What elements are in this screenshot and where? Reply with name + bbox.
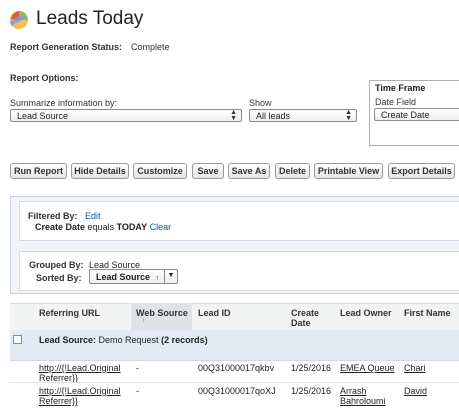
sort-indicator-icon: ↑ [142, 318, 145, 324]
summarize-label: Summarize information by: [10, 98, 118, 108]
date-field-select-value: Create Date [381, 110, 430, 120]
sorted-by-value: Lead Source [96, 272, 151, 282]
report-options-label: Report Options: [10, 73, 79, 83]
page-title: Leads Today [36, 8, 144, 29]
customize-button[interactable]: Customize [133, 163, 187, 179]
referring-url-link[interactable]: http://{!Lead.Original Referrer}} [39, 363, 121, 383]
hide-details-button[interactable]: Hide Details [71, 163, 129, 179]
filter-edit-link[interactable]: Edit [85, 211, 101, 221]
table-cell-create-date: 1/25/2016 [291, 363, 332, 373]
grouping-box [19, 251, 459, 291]
table-cell-referring-url[interactable]: http://{!Lead.Original Referrer}} [39, 363, 125, 383]
row-divider [10, 382, 459, 383]
show-select-value: All leads [256, 111, 291, 121]
sorted-by-label: Sorted By: [36, 273, 82, 283]
table-cell-lead-owner[interactable]: Arrash Bahroloumi [340, 386, 398, 406]
save-as-button[interactable]: Save As [228, 163, 270, 179]
table-cell-web-source: - [136, 363, 139, 373]
first-name-link[interactable]: David [404, 386, 427, 396]
group-count: (2 records) [161, 335, 208, 345]
table-cell-first-name[interactable]: David [404, 386, 427, 396]
table-cell-lead-id: 00Q31000017qkbv [198, 363, 275, 373]
filter-clear-link[interactable]: Clear [150, 222, 172, 232]
referring-url-link[interactable]: http://{!Lead.Original Referrer}} [39, 386, 121, 406]
report-logo-icon [10, 11, 28, 29]
table-cell-referring-url[interactable]: http://{!Lead.Original Referrer}} [39, 386, 125, 406]
column-header-create-date[interactable]: Create Date [291, 308, 325, 328]
table-cell-create-date: 1/25/2016 [291, 386, 332, 396]
delete-button[interactable]: Delete [275, 163, 310, 179]
column-header-lead-owner[interactable]: Lead Owner [340, 308, 392, 318]
sort-ascending-icon: ↑ [155, 275, 160, 282]
filter-field: Create Date [35, 222, 86, 232]
show-label: Show [249, 98, 272, 108]
save-button[interactable]: Save [192, 163, 224, 179]
select-arrows-icon: ▲ ▼ [230, 109, 237, 122]
summarize-select-value: Lead Source [17, 111, 69, 121]
column-header-web-source[interactable]: Web Source [136, 308, 188, 318]
filter-box [19, 201, 459, 241]
time-frame-title: Time Frame [374, 83, 427, 93]
lead-owner-link[interactable]: EMEA Queue [340, 363, 395, 373]
table-cell-first-name[interactable]: Chari [404, 363, 426, 373]
column-header-referring-url[interactable]: Referring URL [39, 308, 100, 318]
group-label: Lead Source: [39, 335, 97, 345]
sorted-by-select[interactable]: Lead Source ↑ ▼ [89, 269, 178, 284]
table-cell-web-source: - [136, 386, 139, 396]
lead-owner-link[interactable]: Arrash Bahroloumi [340, 386, 386, 406]
select-arrows-icon: ▲ ▼ [345, 109, 352, 122]
status-value: Complete [131, 42, 170, 52]
dropdown-arrow-icon[interactable]: ▼ [164, 269, 177, 284]
date-field-select[interactable]: Create Date [374, 108, 459, 121]
group-checkbox[interactable] [13, 335, 22, 344]
export-details-button[interactable]: Export Details [388, 163, 455, 179]
filter-value: TODAY [116, 222, 148, 232]
group-value: Demo Request [98, 335, 159, 345]
group-heading: Lead Source: Demo Request (2 records) [39, 335, 208, 345]
summarize-select[interactable]: Lead Source ▲ ▼ [10, 109, 242, 122]
printable-view-button[interactable]: Printable View [314, 163, 383, 179]
column-header-lead-id[interactable]: Lead ID [198, 308, 231, 318]
first-name-link[interactable]: Chari [404, 363, 426, 373]
table-cell-lead-owner[interactable]: EMEA Queue [340, 363, 395, 373]
column-header-first-name[interactable]: First Name [404, 308, 451, 318]
filter-criteria: Create Date equals TODAY Clear [35, 222, 171, 232]
table-cell-lead-id: 00Q31000017qoXJ [198, 386, 276, 396]
status-label: Report Generation Status: [10, 42, 123, 52]
date-field-label: Date Field [375, 97, 417, 107]
run-report-button[interactable]: Run Report [10, 163, 67, 179]
filter-operator: equals [87, 222, 115, 232]
filtered-by-label: Filtered By: [28, 211, 78, 221]
show-select[interactable]: All leads ▲ ▼ [249, 109, 357, 122]
grouped-by-label: Grouped By: [29, 260, 84, 270]
